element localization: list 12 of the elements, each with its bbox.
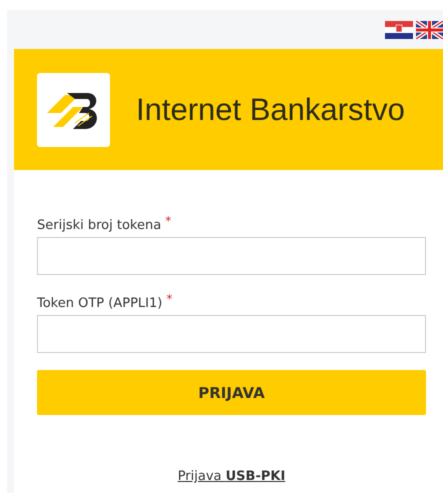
british-flag-icon[interactable] — [416, 21, 443, 39]
input-field[interactable] — [37, 315, 426, 353]
app-title: Internet Bankarstvo — [136, 92, 405, 128]
field-label: Serijski broj tokena — [37, 218, 162, 233]
login-button[interactable]: PRIJAVA — [37, 370, 426, 415]
input-field[interactable] — [37, 237, 426, 275]
required-mark: * — [166, 292, 172, 306]
usb-pki-login-link[interactable]: Prijava USB-PKI — [178, 469, 286, 484]
field-label: Token OTP (APPLI1) — [37, 296, 162, 311]
bank-logo-icon — [37, 72, 110, 146]
required-mark: * — [165, 214, 172, 228]
croatian-flag-icon[interactable] — [385, 21, 413, 39]
